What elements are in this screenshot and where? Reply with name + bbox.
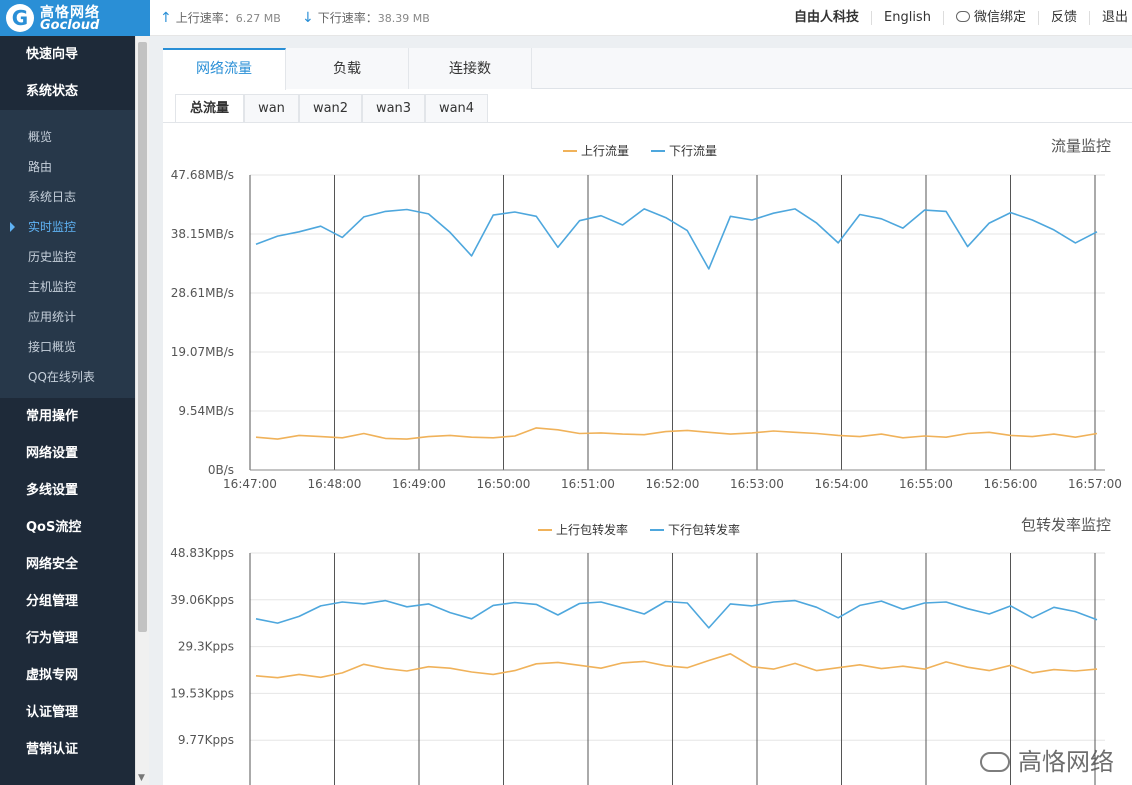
chart-0-series-up-line [255, 427, 1098, 440]
subtab-1[interactable]: wan [244, 94, 299, 122]
sidebar-scrollbar[interactable]: ▼ [135, 36, 149, 785]
download-rate: ↓ 下行速率：38.39 MB [302, 9, 430, 26]
chart-0-xtick-4: 16:51:00 [561, 477, 615, 491]
chart-0-series-down-line [255, 208, 1098, 270]
chart-0-title: 流量监控 [1051, 137, 1111, 155]
sidebar-item-bottom-2[interactable]: 多线设置 [0, 472, 135, 509]
sidebar-subitem-6[interactable]: 应用统计 [0, 302, 135, 332]
main-content: 网络流量 负载 连接数 总流量 wan wan2 wan3 wan4 流量监控 上行流量 下行流… [149, 36, 1132, 785]
chart-0-ytick-5: 0B/s [208, 463, 234, 477]
company-link[interactable]: 自由人科技 [782, 11, 872, 25]
sidebar-item-bottom-4[interactable]: 网络安全 [0, 546, 135, 583]
watermark-text: 高恪网络 [1018, 748, 1114, 776]
upload-rate-label: 上行速率： [175, 11, 236, 25]
upload-rate-value: 6.27 MB [235, 12, 281, 25]
tab-1[interactable]: 负载 [286, 48, 409, 89]
chart-1-ytick-2: 29.3Kpps [178, 640, 234, 654]
chart-0-ytick-4: 9.54MB/s [178, 404, 234, 418]
chart-0-ytick-3: 19.07MB/s [171, 345, 234, 359]
logo-icon: G [6, 4, 34, 32]
sidebar-item-bottom-6[interactable]: 行为管理 [0, 620, 135, 657]
chart-0-xtick-8: 16:55:00 [899, 477, 953, 491]
subtab-2[interactable]: wan2 [299, 94, 362, 122]
top-bar: G 高恪网络 Gocloud ↑ 上行速率：6.27 MB ↓ 下行速率：38.39… [0, 0, 1132, 36]
upload-rate: ↑ 上行速率：6.27 MB [160, 9, 281, 26]
chart-0-xtick-3: 16:50:00 [477, 477, 531, 491]
chart-1-legend-up: 上行包转发率 [556, 522, 628, 537]
watermark: 高恪网络 [980, 742, 1114, 777]
monitor-panel: 网络流量 负载 连接数 总流量 wan wan2 wan3 wan4 流量监控 上行流量 下行流… [163, 48, 1132, 785]
logo-en-text: Gocloud [40, 18, 100, 33]
sidebar-item-bottom-7[interactable]: 虚拟专网 [0, 657, 135, 694]
sidebar-item-bottom-1[interactable]: 网络设置 [0, 435, 135, 472]
sidebar-subitem-1[interactable]: 路由 [0, 152, 135, 182]
download-rate-label: 下行速率： [317, 11, 378, 25]
logout-link[interactable]: 退出 [1090, 11, 1132, 25]
english-link[interactable]: English [872, 11, 944, 25]
sidebar-item-bottom-0[interactable]: 常用操作 [0, 398, 135, 435]
chart-0-xtick-7: 16:54:00 [815, 477, 869, 491]
scrollbar-thumb[interactable] [138, 42, 147, 632]
chart-1-legend-down: 下行包转发率 [668, 522, 740, 537]
sidebar-item-bottom-8[interactable]: 认证管理 [0, 694, 135, 731]
chart-0-xtick-5: 16:52:00 [646, 477, 700, 491]
top-links: 自由人科技 English 微信绑定 反馈 退出 [782, 0, 1132, 36]
subtab-3[interactable]: wan3 [362, 94, 425, 122]
chart-0-xtick-10: 16:57:00 [1068, 477, 1122, 491]
chart-0-xtick-2: 16:49:00 [392, 477, 446, 491]
chart-1-ytick-4: 9.77Kpps [178, 733, 234, 747]
sidebar-subitem-2[interactable]: 系统日志 [0, 182, 135, 212]
sidebar-item-1[interactable]: 系统状态 [0, 73, 135, 110]
wechat-bind-label: 微信绑定 [973, 10, 1026, 25]
arrow-up-icon: ↑ [160, 10, 172, 26]
sidebar-subitem-5[interactable]: 主机监控 [0, 272, 135, 302]
chart-0-xtick-9: 16:56:00 [984, 477, 1038, 491]
wechat-bind-link[interactable]: 微信绑定 [944, 11, 1039, 25]
sidebar-item-0[interactable]: 快速向导 [0, 36, 135, 73]
brand-logo[interactable]: G 高恪网络 Gocloud [0, 0, 150, 36]
chart-area: 流量监控 上行流量 下行流量 47.68MB/s 38.15MB/s 28.61MB/s 1… [163, 122, 1132, 785]
chart-0-xtick-1: 16:48:00 [308, 477, 362, 491]
sidebar: 快速向导 系统状态 概览 路由 系统日志 实时监控 历史监控 主机监控 应用统计 接口概览 QQ在… [0, 36, 135, 785]
monitor-charts: 流量监控 上行流量 下行流量 47.68MB/s 38.15MB/s 28.61MB/s 1… [170, 137, 1122, 785]
chart-0-ytick-1: 38.15MB/s [171, 227, 234, 241]
wechat-icon [955, 11, 970, 22]
feedback-link[interactable]: 反馈 [1039, 11, 1090, 25]
sidebar-subitem-7[interactable]: 接口概览 [0, 332, 135, 362]
scroll-down-arrow-icon[interactable]: ▼ [138, 773, 145, 783]
sidebar-item-bottom-9[interactable]: 营销认证 [0, 731, 135, 768]
wechat-watermark-icon [980, 752, 1010, 772]
download-rate-value: 38.39 MB [377, 12, 430, 25]
sidebar-subitem-4[interactable]: 历史监控 [0, 242, 135, 272]
subtab-0[interactable]: 总流量 [175, 94, 244, 122]
tab-2[interactable]: 连接数 [409, 48, 532, 89]
chart-0-ytick-0: 47.68MB/s [171, 168, 234, 182]
sidebar-subitem-0[interactable]: 概览 [0, 122, 135, 152]
primary-tabs: 网络流量 负载 连接数 [163, 48, 1132, 90]
chart-1-ytick-0: 48.83Kpps [170, 546, 234, 560]
chart-0-xtick-0: 16:47:00 [223, 477, 277, 491]
tab-0[interactable]: 网络流量 [163, 48, 286, 90]
sidebar-submenu: 概览 路由 系统日志 实时监控 历史监控 主机监控 应用统计 接口概览 QQ在线列表 [0, 110, 135, 398]
sidebar-item-bottom-5[interactable]: 分组管理 [0, 583, 135, 620]
chart-1-series-down-line [255, 599, 1098, 629]
arrow-down-icon: ↓ [302, 10, 314, 26]
sidebar-item-bottom-3[interactable]: QoS流控 [0, 509, 135, 546]
sidebar-subitem-8[interactable]: QQ在线列表 [0, 362, 135, 392]
sidebar-subitem-3[interactable]: 实时监控 [0, 212, 135, 242]
chart-1-series-up-line [255, 652, 1098, 679]
chart-1-ytick-1: 39.06Kpps [170, 593, 234, 607]
chart-0-xtick-6: 16:53:00 [730, 477, 784, 491]
subtab-4[interactable]: wan4 [425, 94, 488, 122]
chart-0-legend-up: 上行流量 [581, 144, 629, 158]
chart-1-ytick-3: 19.53Kpps [170, 686, 234, 700]
chart-0-ytick-2: 28.61MB/s [171, 286, 234, 300]
chart-1-title: 包转发率监控 [1021, 516, 1111, 534]
chart-0-legend-down: 下行流量 [669, 144, 717, 158]
app-root: G 高恪网络 Gocloud ↑ 上行速率：6.27 MB ↓ 下行速率：38.39… [0, 0, 1132, 785]
